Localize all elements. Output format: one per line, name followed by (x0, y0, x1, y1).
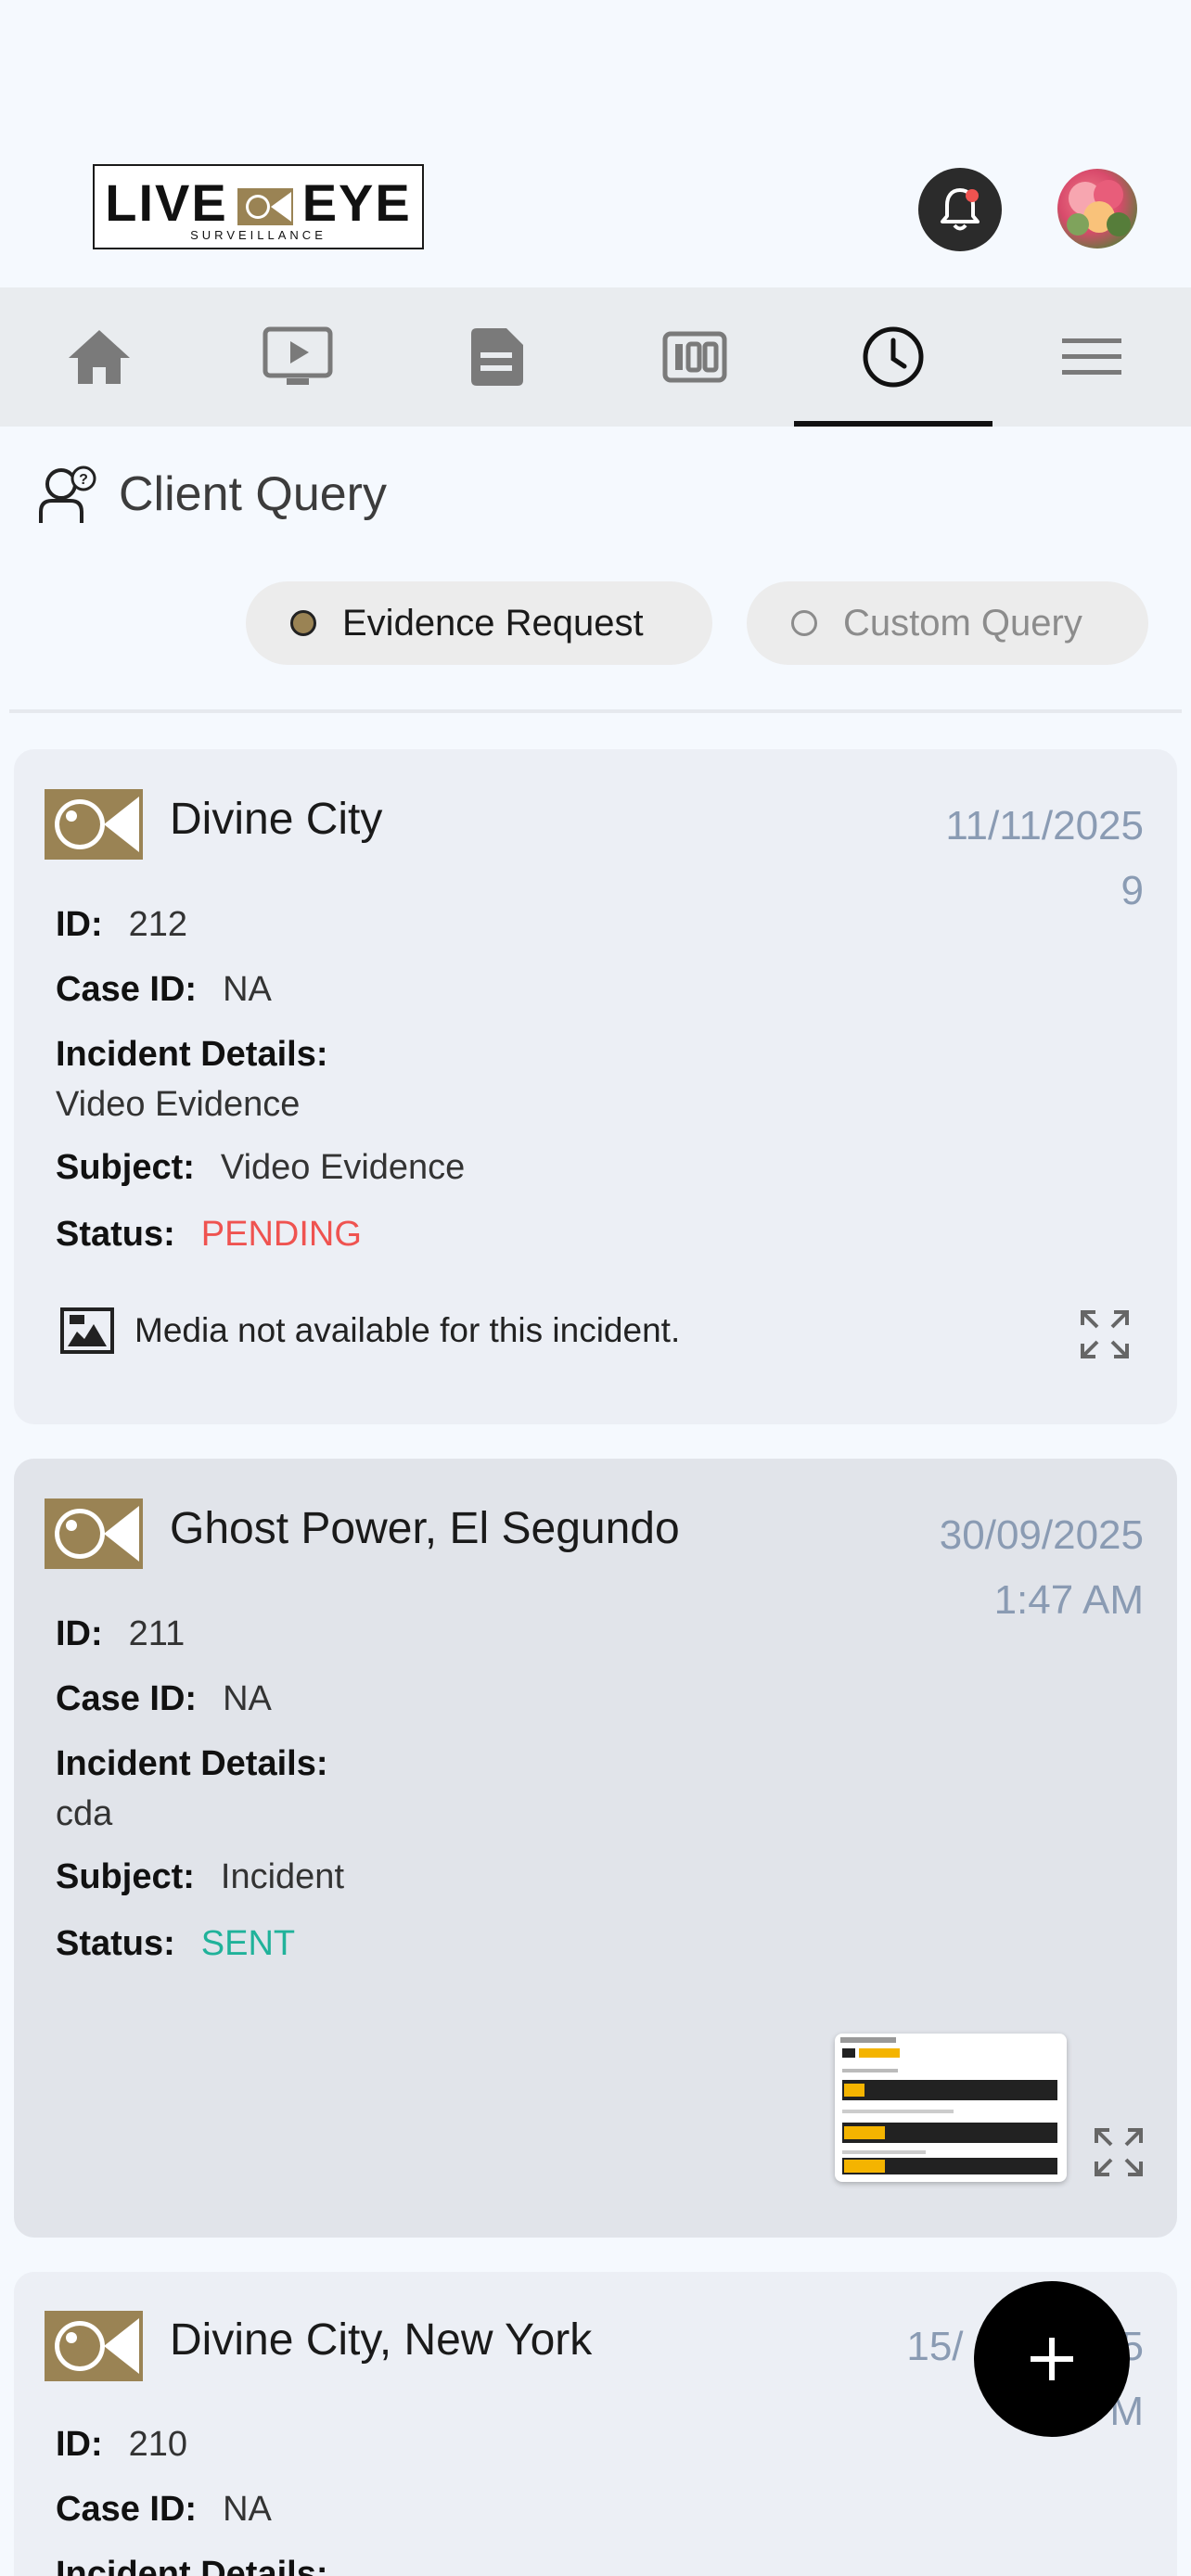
query-card[interactable]: Divine City 11/11/2025 9 ID: 212 Case ID:… (14, 749, 1177, 1424)
logo-camera-icon (237, 188, 293, 226)
avatar-image (1067, 180, 1131, 236)
document-icon (471, 328, 523, 386)
media-thumbnail[interactable] (835, 2034, 1067, 2182)
id-row: ID: 210 (56, 2425, 187, 2465)
radio-unselected-icon (791, 610, 817, 636)
status-badge: SENT (200, 1924, 296, 1963)
custom-query-label: Custom Query (843, 602, 1082, 644)
camera-logo-icon (45, 1498, 143, 1569)
incident-details-label-text: Incident Details: (56, 1744, 328, 1783)
case-id-row: Case ID: NA (56, 1679, 272, 1719)
date-line-1: 30/09/2025 (939, 1512, 1144, 1558)
tab-home[interactable] (0, 287, 198, 427)
id-label: ID: (56, 905, 103, 944)
app-header: LIVE EYE SURVEILLANCE (0, 0, 1191, 287)
custom-query-toggle[interactable]: Custom Query (747, 581, 1148, 665)
home-icon (69, 330, 130, 384)
date-line-1: 11/11/2025 (945, 803, 1144, 848)
subject-value: Incident (220, 1857, 344, 1896)
expand-icon[interactable] (1079, 1308, 1131, 1360)
id-label: ID: (56, 2425, 103, 2464)
case-id-label: Case ID: (56, 1679, 198, 1718)
bell-icon (941, 188, 980, 231)
status-badge: PENDING (200, 1215, 362, 1254)
tab-videos[interactable] (198, 287, 397, 427)
status-label: Status: (56, 1215, 175, 1254)
page: LIVE EYE SURVEILLANCE ? Client Query Evi… (0, 0, 1191, 2576)
id-value: 211 (128, 1614, 186, 1653)
counter-icon (662, 331, 727, 383)
subject-row: Subject: Incident (56, 1857, 344, 1897)
logo-text-right: EYE (301, 173, 412, 232)
id-value: 212 (128, 905, 188, 944)
video-play-icon (263, 326, 333, 385)
subject-row: Subject: Video Evidence (56, 1148, 465, 1188)
incident-details-label-text: Incident Details: (56, 2555, 328, 2576)
date-line-2: 9 (1121, 868, 1144, 913)
page-title-row: ? Client Query (37, 464, 387, 525)
page-title: Client Query (119, 467, 387, 521)
camera-logo-icon (45, 789, 143, 860)
case-id-row: Case ID: NA (56, 2490, 272, 2530)
client-query-icon: ? (39, 465, 96, 523)
status-label: Status: (56, 1924, 175, 1963)
case-id-value: NA (223, 970, 272, 1009)
evidence-request-label: Evidence Request (342, 602, 644, 644)
id-label: ID: (56, 1614, 103, 1653)
id-value: 210 (128, 2425, 188, 2464)
site-name: Ghost Power, El Segundo (170, 1504, 680, 1553)
status-row: Status: SENT (56, 1924, 295, 1964)
case-id-value: NA (223, 2490, 272, 2529)
tab-menu[interactable] (992, 287, 1191, 427)
plus-icon (1031, 2338, 1073, 2380)
subject-label: Subject: (56, 1857, 195, 1896)
live-eye-logo[interactable]: LIVE EYE SURVEILLANCE (93, 164, 424, 249)
tab-history[interactable] (794, 287, 992, 427)
case-id-label: Case ID: (56, 2490, 198, 2529)
logo-text-left: LIVE (105, 173, 228, 232)
id-row: ID: 211 (56, 1614, 185, 1654)
case-id-value: NA (223, 1679, 272, 1718)
user-avatar[interactable] (1057, 169, 1137, 249)
media-unavailable-text: Media not available for this incident. (134, 1311, 681, 1349)
incident-details-label: Incident Details: (56, 1744, 328, 1784)
menu-icon (1062, 338, 1121, 375)
tab-documents[interactable] (397, 287, 596, 427)
tab-counter[interactable] (596, 287, 794, 427)
incident-details-value: Video Evidence (56, 1085, 301, 1124)
tab-bar (0, 287, 1191, 427)
site-name: Divine City, New York (170, 2315, 593, 2365)
subject-label: Subject: (56, 1148, 195, 1187)
case-id-row: Case ID: NA (56, 970, 272, 1010)
svg-text:?: ? (79, 472, 88, 488)
status-row: Status: PENDING (56, 1215, 362, 1255)
incident-details-value: cda (56, 1794, 113, 1833)
site-name: Divine City (170, 795, 383, 844)
incident-details-label: Incident Details: (56, 2555, 328, 2576)
clock-icon (863, 326, 924, 388)
logo-subtitle: SURVEILLANCE (190, 228, 327, 242)
radio-selected-icon (290, 610, 316, 636)
evidence-request-toggle[interactable]: Evidence Request (246, 581, 712, 665)
image-broken-icon (60, 1307, 114, 1354)
notification-button[interactable] (918, 168, 1002, 251)
case-id-label: Case ID: (56, 970, 198, 1009)
query-card[interactable]: Ghost Power, El Segundo 30/09/2025 1:47 … (14, 1459, 1177, 2238)
camera-logo-icon (45, 2311, 143, 2381)
add-query-button[interactable] (974, 2281, 1130, 2437)
id-row: ID: 212 (56, 905, 187, 945)
date-text: 11/11/2025 9 (945, 794, 1144, 924)
media-unavailable: Media not available for this incident. (60, 1307, 680, 1354)
divider (9, 709, 1182, 713)
subject-value: Video Evidence (220, 1148, 466, 1187)
incident-details-label-text: Incident Details: (56, 1035, 328, 1074)
date-text: 30/09/2025 1:47 AM (940, 1503, 1144, 1633)
incident-details-label: Incident Details: (56, 1035, 328, 1075)
expand-icon[interactable] (1093, 2126, 1145, 2178)
date-line-2: 1:47 AM (993, 1577, 1144, 1623)
